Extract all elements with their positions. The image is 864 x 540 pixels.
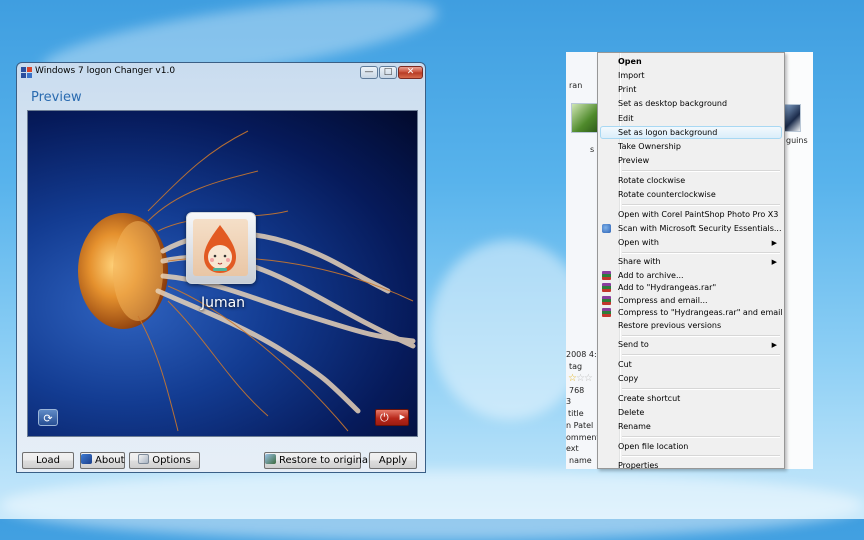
load-button-label: Load [36, 455, 60, 466]
close-button[interactable]: ✕ [398, 66, 423, 79]
winrar-icon [602, 271, 611, 280]
about-button-label: About [95, 455, 125, 466]
menu-item-create-shortcut[interactable]: Create shortcut [618, 394, 680, 404]
restore-to-original-button[interactable]: Restore to original [264, 452, 371, 469]
menu-item-properties[interactable]: Properties [618, 461, 658, 471]
avatar-character-image [204, 225, 236, 273]
logon-changer-window: Windows 7 logon Changer v1.0 — □ ✕ Previ… [16, 62, 426, 473]
menu-separator [622, 354, 780, 356]
context-menu: Open Import Print Set as desktop backgro… [597, 52, 785, 471]
security-essentials-icon [602, 224, 611, 233]
rating-stars[interactable]: ☆☆☆ [568, 373, 593, 384]
menu-separator [622, 388, 780, 390]
menu-item-edit[interactable]: Edit [618, 114, 634, 124]
window-title: Windows 7 logon Changer v1.0 [35, 66, 176, 76]
menu-separator [622, 170, 780, 172]
menu-item-add-to-archive[interactable]: Add to archive... [618, 271, 684, 281]
menu-separator [622, 252, 780, 254]
about-button[interactable]: About [80, 452, 125, 469]
file-thumbnail[interactable] [571, 103, 599, 133]
options-button[interactable]: Options [129, 452, 200, 469]
submenu-arrow-icon: ▶ [771, 258, 777, 266]
ease-of-access-icon[interactable]: ⟳ [38, 409, 58, 426]
menu-item-cut[interactable]: Cut [618, 360, 632, 370]
winrar-icon [602, 308, 611, 317]
menu-separator [622, 335, 780, 337]
apply-button[interactable]: Apply [369, 452, 417, 469]
menu-item-copy[interactable]: Copy [618, 374, 638, 384]
menu-item-set-logon-background[interactable]: Set as logon background [618, 128, 717, 138]
submenu-arrow-icon: ▶ [771, 239, 777, 247]
restore-icon [265, 454, 276, 464]
menu-item-restore-previous-versions[interactable]: Restore previous versions [618, 321, 721, 331]
username-label: Juman [200, 295, 246, 311]
winrar-icon [602, 283, 611, 292]
title-bar[interactable]: Windows 7 logon Changer v1.0 — □ ✕ [17, 63, 425, 83]
menu-item-open-with[interactable]: Open with [618, 238, 659, 248]
star-icon: ☆☆ [575, 373, 593, 384]
preview-label: Preview [31, 90, 82, 105]
thumbnail-caption: ran [569, 81, 583, 90]
load-button[interactable]: Load [22, 452, 74, 469]
options-icon [138, 454, 150, 464]
menu-item-delete[interactable]: Delete [618, 408, 644, 418]
detail-title: title [568, 409, 584, 418]
detail-tag: tag [569, 362, 583, 371]
menu-item-compress-and-email[interactable]: Compress and email... [618, 296, 708, 306]
menu-item-take-ownership[interactable]: Take Ownership [618, 142, 681, 152]
power-icon: ⏻ [380, 411, 389, 424]
menu-item-scan[interactable]: Scan with Microsoft Security Essentials.… [618, 224, 782, 234]
menu-item-print[interactable]: Print [618, 85, 636, 95]
avatar [193, 219, 248, 276]
menu-item-send-to[interactable]: Send to [618, 340, 649, 350]
thumbnail-caption: guins [786, 136, 808, 145]
detail-dimensions: 768 [569, 386, 585, 395]
thumbnail-caption: s [590, 145, 595, 154]
detail-name: name [569, 456, 592, 465]
menu-separator [622, 455, 780, 457]
info-icon [81, 454, 92, 464]
menu-item-rotate-counterclockwise[interactable]: Rotate counterclockwise [618, 190, 716, 200]
menu-item-set-desktop-background[interactable]: Set as desktop background [618, 99, 727, 109]
menu-item-open[interactable]: Open [618, 57, 642, 67]
shutdown-button[interactable]: ⏻ ▶ [375, 409, 409, 426]
menu-item-open-with-corel[interactable]: Open with Corel PaintShop Photo Pro X3 [618, 210, 778, 220]
menu-separator [622, 436, 780, 438]
menu-item-open-file-location[interactable]: Open file location [618, 442, 688, 452]
restore-button-label: Restore to original [279, 455, 371, 466]
menu-separator [622, 204, 780, 206]
apply-button-label: Apply [378, 455, 408, 466]
menu-item-import[interactable]: Import [618, 71, 645, 81]
shutdown-options-arrow-icon[interactable]: ▶ [400, 411, 405, 424]
wallpaper-streak [0, 470, 864, 540]
menu-item-rotate-clockwise[interactable]: Rotate clockwise [618, 176, 685, 186]
winrar-icon [602, 296, 611, 305]
detail-ext: ext [566, 444, 579, 453]
menu-item-rename[interactable]: Rename [618, 422, 651, 432]
minimize-button[interactable]: — [360, 66, 378, 79]
options-button-label: Options [152, 455, 191, 466]
submenu-arrow-icon: ▶ [771, 341, 777, 349]
menu-item-add-to-rar[interactable]: Add to "Hydrangeas.rar" [618, 283, 716, 293]
app-icon [21, 67, 32, 78]
detail-author: n Patel [566, 421, 594, 430]
user-avatar-frame[interactable] [186, 212, 256, 284]
detail-number: 3 [566, 397, 572, 406]
menu-item-compress-rar-and-email[interactable]: Compress to "Hydrangeas.rar" and email [618, 308, 783, 318]
menu-item-share-with[interactable]: Share with [618, 257, 661, 267]
star-icon: ☆ [568, 373, 577, 384]
logon-preview: Juman ⟳ ⏻ ▶ [27, 110, 418, 437]
menu-item-preview[interactable]: Preview [618, 156, 649, 166]
maximize-button[interactable]: □ [379, 66, 397, 79]
